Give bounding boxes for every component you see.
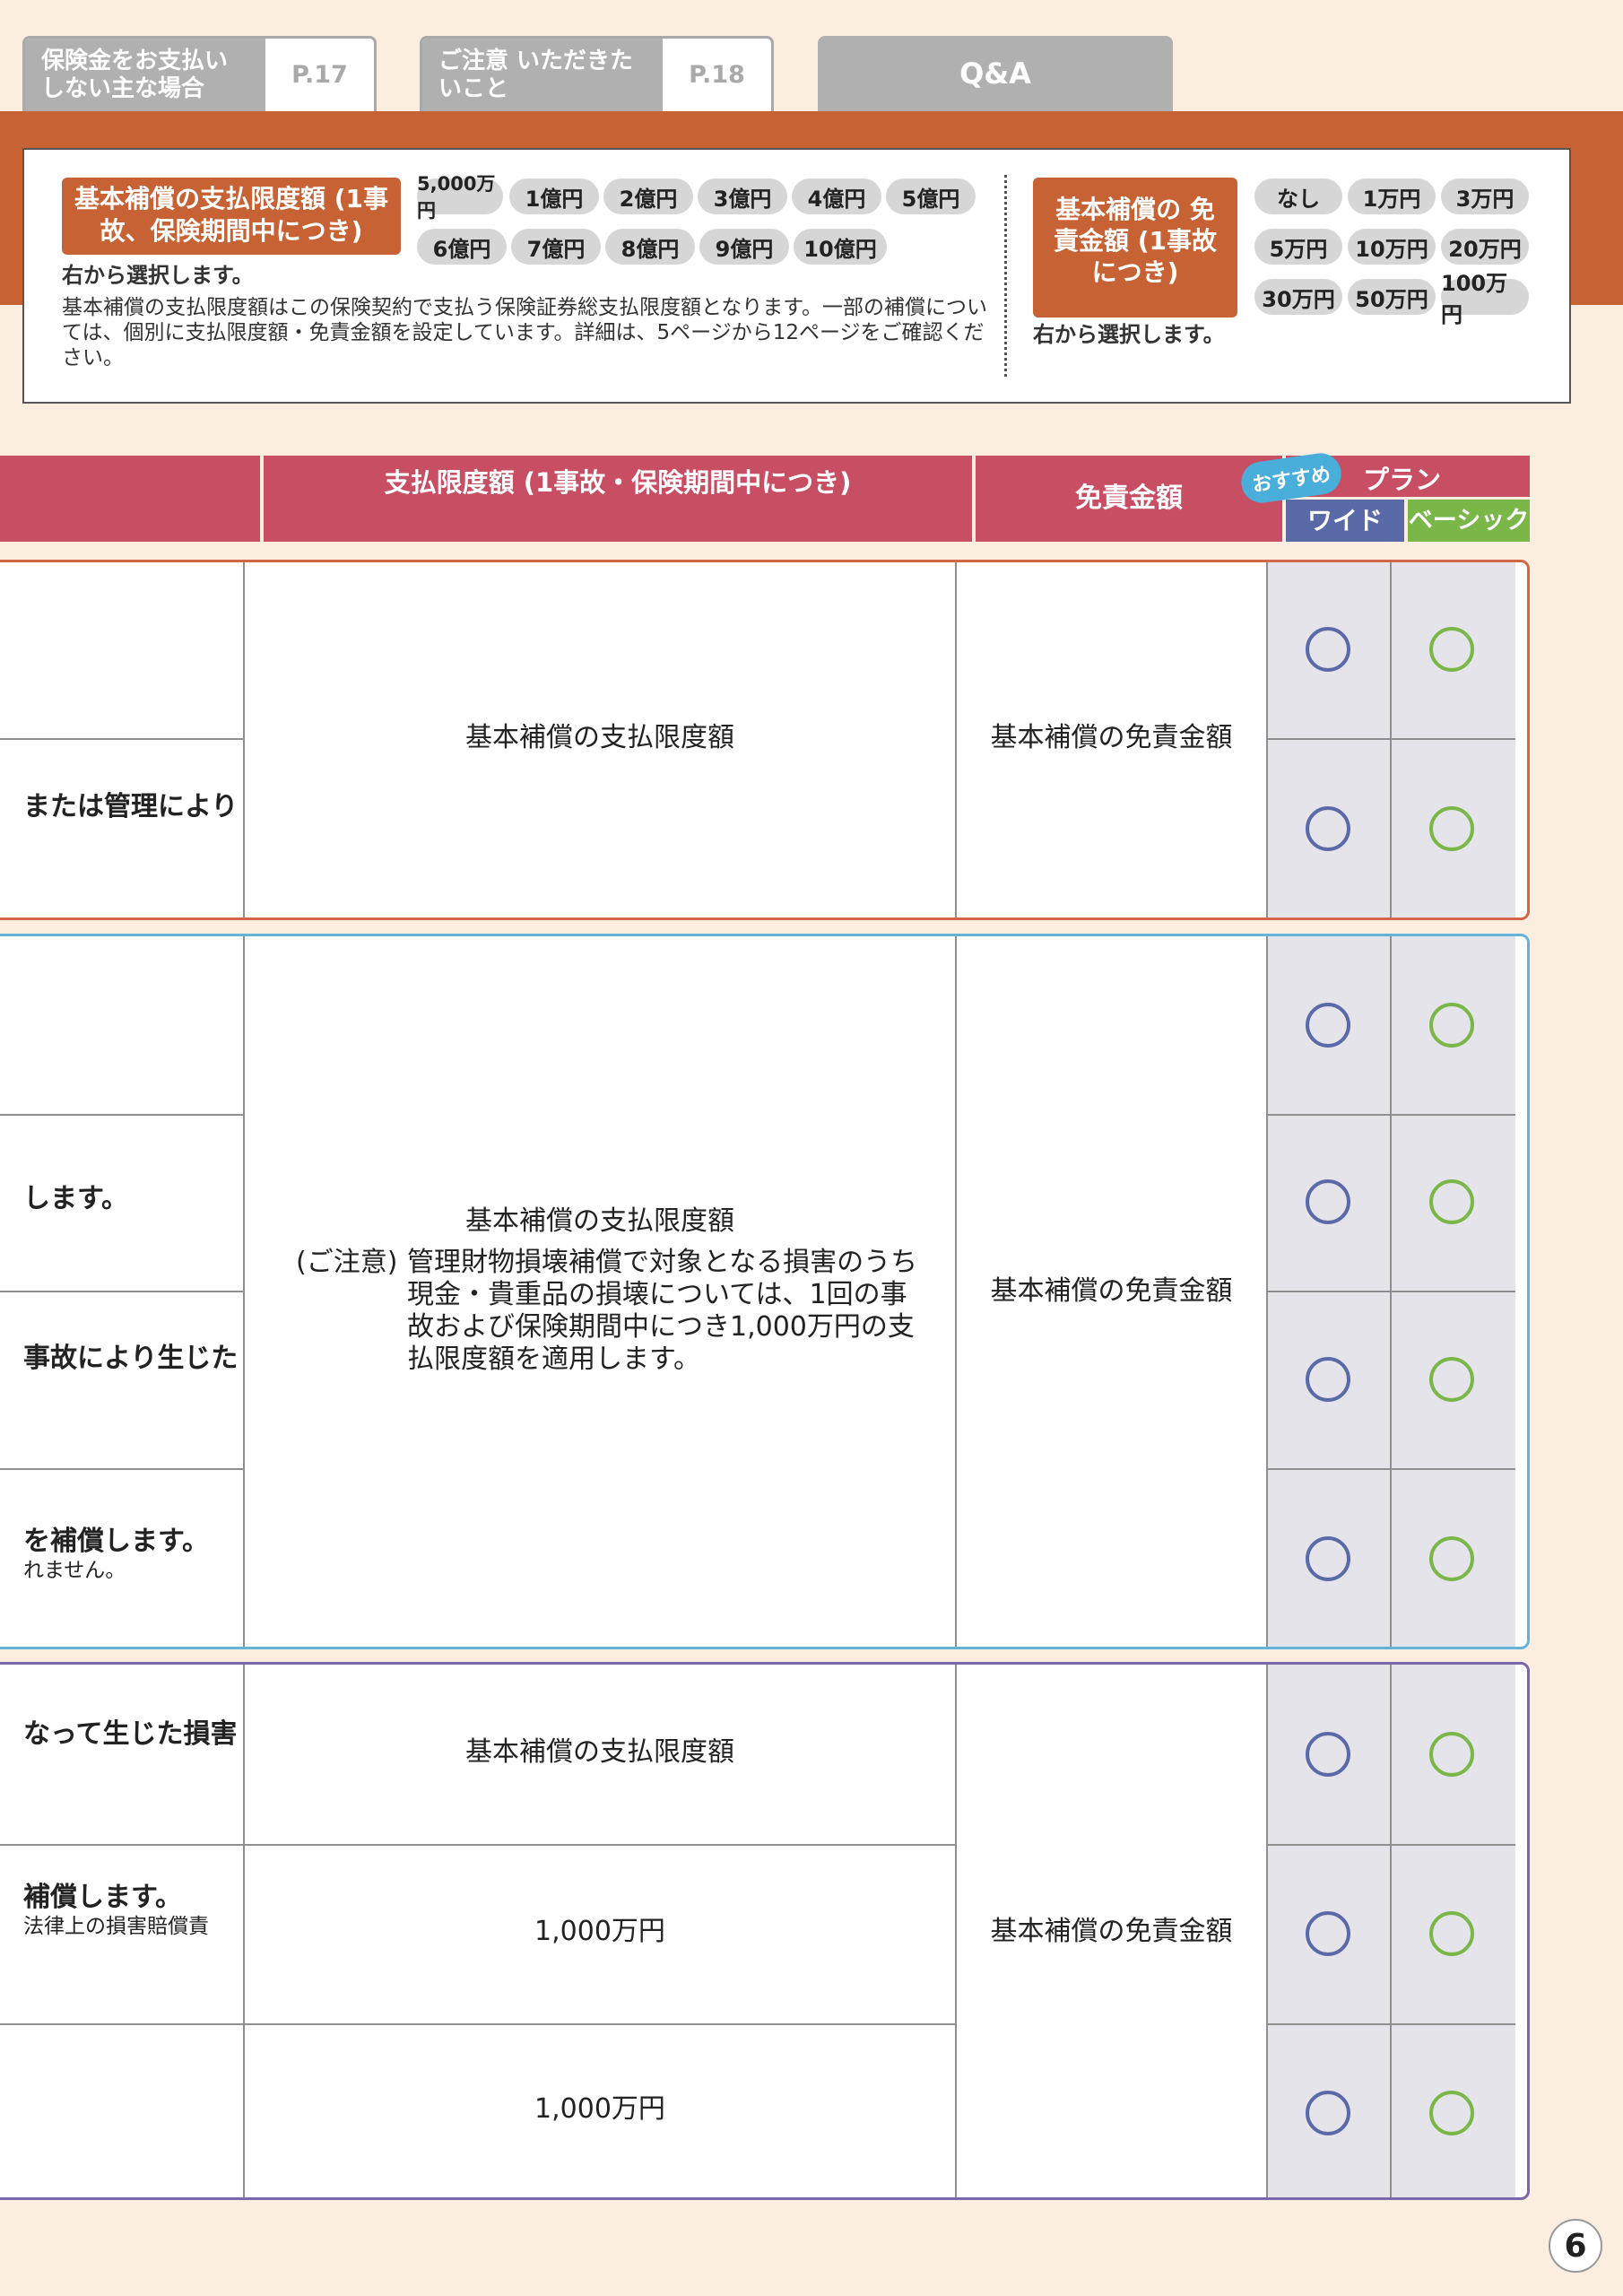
limit-option[interactable]: 6億円 (417, 229, 507, 265)
deductible-option[interactable]: なし (1254, 178, 1342, 214)
caution-text: 管理財物損壊補償で対象となる損害のうち現金・貴重品の損壊については、1回の事故お… (407, 1247, 918, 1375)
deductible-option[interactable]: 10万円 (1348, 229, 1436, 265)
limit-option[interactable]: 8億円 (605, 229, 695, 265)
deductible-badge: 基本補償の 免責金額 (1事故につき) (1033, 178, 1237, 317)
deductible-select-note: 右から選択します。 (1033, 322, 1225, 347)
basic-included-icon (1429, 1732, 1474, 1777)
page-number: 6 (1549, 2219, 1602, 2273)
dotted-divider (1004, 175, 1007, 377)
wide-included-icon (1306, 1536, 1350, 1581)
limit-option[interactable]: 5,000万円 (417, 173, 503, 222)
limit-option[interactable]: 10億円 (794, 229, 887, 265)
basic-included-icon (1429, 1536, 1474, 1581)
limit-option[interactable]: 1億円 (509, 178, 599, 214)
limit-option[interactable]: 2億円 (603, 178, 693, 214)
limit-badge: 基本補償の支払限度額 (1事故、保険期間中につき) (62, 178, 401, 255)
info-box: 基本補償の支払限度額 (1事故、保険期間中につき) 右から選択します。 基本補償… (22, 148, 1571, 404)
limit-title: 基本補償の支払限度額 (465, 1205, 734, 1237)
limit-text: 基本補償の支払限度額 (465, 1736, 734, 1768)
coverage-group-1: または管理により 基本補償の支払限度額 基本補償の免責金額 (0, 560, 1530, 920)
basic-included-icon (1429, 1003, 1474, 1048)
tab-not-paid-label: 保険金をお支払い しない主な場合 (25, 39, 265, 111)
tab-not-paid[interactable]: 保険金をお支払い しない主な場合 P.17 (22, 36, 377, 111)
limit-option[interactable]: 4億円 (792, 178, 881, 214)
header-basic: ベーシック (1408, 500, 1530, 542)
limit-description: 基本補償の支払限度額はこの保険契約で支払う保険証券総支払限度額となります。一部の… (62, 296, 988, 370)
coverage-group-2: します。 事故により生じた を補償します。 れません。 基本補償の支払限度額 (… (0, 934, 1530, 1649)
row-label: なって生じた損害 (23, 1718, 238, 1750)
limit-text: 1,000万円 (534, 1916, 665, 1947)
wide-included-icon (1306, 2091, 1350, 2135)
deductible-option[interactable]: 50万円 (1348, 279, 1436, 315)
limit-text: 基本補償の支払限度額 (465, 722, 734, 753)
wide-included-icon (1306, 1911, 1350, 1956)
deductible-text: 基本補償の免責金額 (990, 1916, 1233, 1947)
coverage-group-3: なって生じた損害 補償します。 法律上の損害賠償責 基本補償の支払限度額 1,0… (0, 1662, 1530, 2200)
caution-label: (ご注意) (296, 1247, 398, 1278)
wide-included-icon (1306, 1357, 1350, 1402)
header-limit: 支払限度額 (1事故・保険期間中につき) (264, 456, 972, 542)
deductible-option[interactable]: 5万円 (1254, 229, 1342, 265)
header-plan-label: プラン (1363, 465, 1442, 495)
row-label: します。 (23, 1183, 128, 1214)
limit-option[interactable]: 9億円 (699, 229, 789, 265)
deductible-option[interactable]: 30万円 (1254, 279, 1342, 315)
basic-included-icon (1429, 1357, 1474, 1402)
tab-caution[interactable]: ご注意 いただきたいこと P.18 (420, 36, 774, 111)
deductible-option[interactable]: 3万円 (1441, 178, 1529, 214)
wide-included-icon (1306, 1179, 1350, 1224)
basic-included-icon (1429, 1911, 1474, 1956)
wide-included-icon (1306, 627, 1350, 672)
limit-select-note: 右から選択します。 (62, 263, 254, 288)
basic-included-icon (1429, 806, 1474, 851)
tab-qa[interactable]: Q&A (818, 36, 1173, 111)
limit-text: 1,000万円 (534, 2093, 665, 2125)
limit-option[interactable]: 5億円 (886, 178, 976, 214)
deductible-option[interactable]: 1万円 (1348, 178, 1436, 214)
tab-caution-label: ご注意 いただきたいこと (422, 39, 663, 111)
header-left-cell (0, 456, 260, 542)
row-label: 補償します。 法律上の損害賠償責 (23, 1882, 209, 1938)
wide-included-icon (1306, 806, 1350, 851)
deductible-text: 基本補償の免責金額 (990, 1275, 1233, 1307)
wide-included-icon (1306, 1732, 1350, 1777)
basic-included-icon (1429, 627, 1474, 672)
tab-caution-page: P.18 (689, 61, 745, 89)
deductible-option[interactable]: 100万円 (1441, 271, 1529, 327)
limit-option[interactable]: 3億円 (698, 178, 787, 214)
tab-not-paid-page: P.17 (291, 61, 348, 89)
header-deductible: 免責金額 (976, 456, 1282, 542)
wide-included-icon (1306, 1003, 1350, 1048)
limit-option[interactable]: 7億円 (511, 229, 601, 265)
header-wide: ワイド (1286, 500, 1404, 542)
basic-included-icon (1429, 2091, 1474, 2135)
row-label: 事故により生じた (23, 1343, 239, 1374)
row-label: または管理により (23, 791, 239, 822)
row-label: を補償します。 れません。 (23, 1526, 209, 1582)
deductible-option[interactable]: 20万円 (1441, 229, 1529, 265)
basic-included-icon (1429, 1179, 1474, 1224)
deductible-text: 基本補償の免責金額 (990, 722, 1233, 753)
